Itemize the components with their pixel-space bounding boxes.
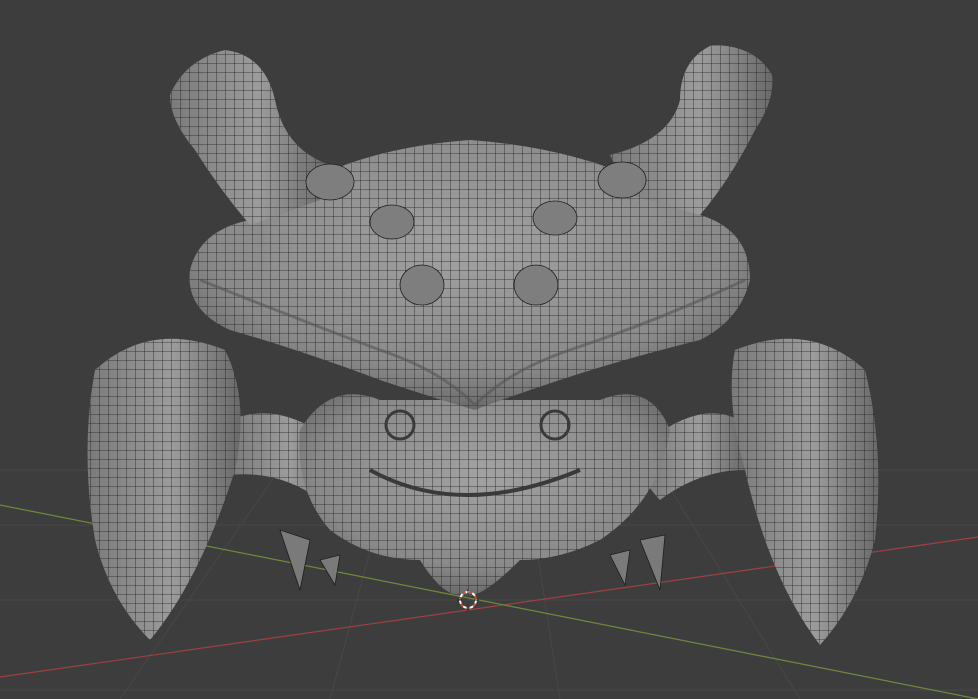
3d-cursor-icon[interactable] [457, 589, 479, 611]
right-leg [642, 338, 879, 645]
3d-viewport[interactable] [0, 0, 978, 699]
lower-jaw [279, 394, 670, 596]
left-leg [87, 338, 338, 640]
left-horn [170, 50, 330, 225]
creature-mesh[interactable] [0, 0, 978, 699]
